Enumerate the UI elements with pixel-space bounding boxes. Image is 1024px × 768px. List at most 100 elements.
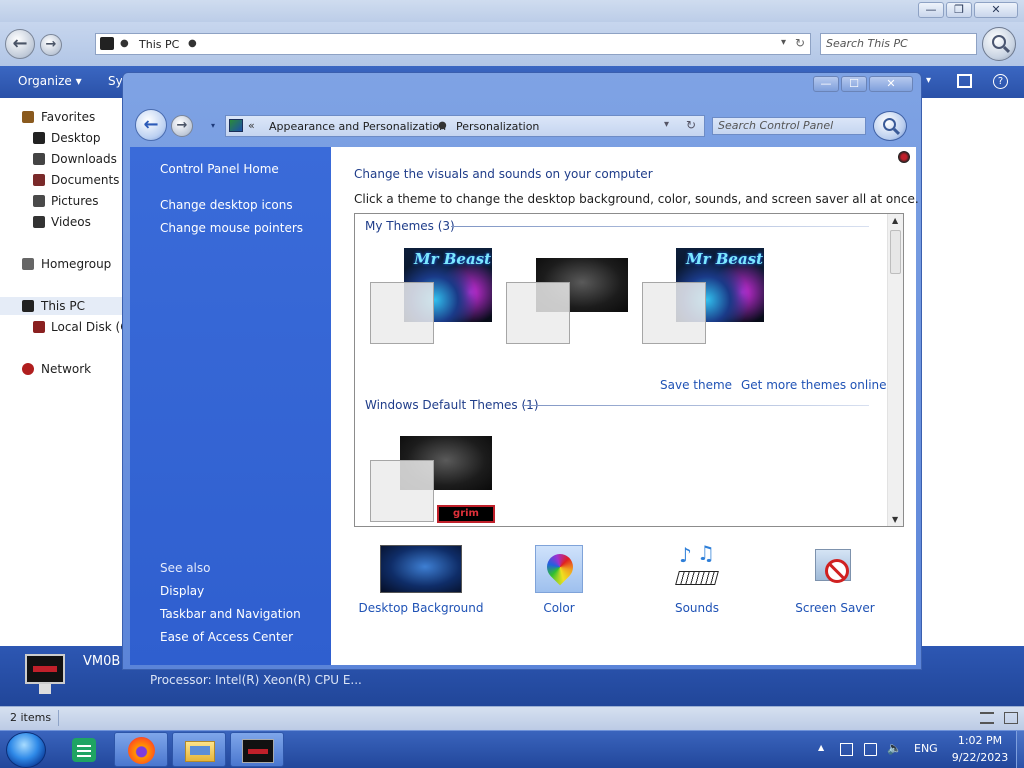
screen-saver-icon (811, 545, 859, 593)
explorer-forward-button[interactable]: → (40, 34, 62, 56)
explorer-restore-button[interactable]: ❐ (946, 2, 972, 18)
theme-mr-beast-2[interactable]: Mr Beast (642, 248, 764, 346)
link-taskbar-navigation[interactable]: Taskbar and Navigation (160, 607, 301, 621)
cp-task-pane: Control Panel Home Change desktop icons … (130, 147, 331, 665)
system-properties-button[interactable]: Sy (108, 74, 123, 88)
sounds-button[interactable]: ♪ ♫ Sounds (632, 541, 762, 625)
cp-maximize-button[interactable]: ☐ (841, 76, 867, 92)
breadcrumb-this-pc[interactable]: This PC (139, 38, 179, 51)
volume-icon[interactable]: 🔈 (887, 741, 902, 755)
cp-search-input[interactable]: Search Control Panel (712, 117, 866, 135)
taskbar: ▲ 🔈 ENG 1:02 PM 9/22/2023 (0, 730, 1024, 768)
explorer-address-bar: ← → ● This PC ● ▾ ↻ Search This PC (0, 22, 1024, 66)
desktop-icon (33, 132, 45, 144)
address-dropdown-icon[interactable]: ▾ (781, 37, 786, 48)
cp-address-field[interactable]: « Appearance and Personalization ● Perso… (225, 115, 705, 137)
refresh-icon[interactable]: ↻ (795, 36, 805, 50)
scroll-thumb[interactable] (890, 230, 901, 274)
nav-item-downloads[interactable]: Downloads (51, 152, 117, 166)
link-display[interactable]: Display (160, 584, 204, 598)
scroll-down-icon[interactable]: ▼ (892, 515, 898, 524)
cp-minimize-button[interactable]: — (813, 76, 839, 92)
taskbar-sheets-app[interactable] (57, 732, 111, 767)
theme-dark-1[interactable] (506, 248, 628, 346)
recent-pages-dropdown-icon[interactable]: ▾ (211, 121, 215, 130)
theme-mr-beast-1[interactable]: Mr Beast (370, 248, 492, 346)
taskbar-control-panel[interactable] (230, 732, 284, 767)
nav-item-homegroup[interactable]: Homegroup (41, 257, 111, 271)
nav-item-desktop[interactable]: Desktop (51, 131, 101, 145)
theme-window-color-swatch (642, 282, 706, 344)
nav-item-network[interactable]: Network (41, 362, 91, 376)
sounds-label: Sounds (674, 601, 720, 615)
cp-close-button[interactable]: ✕ (869, 76, 913, 92)
explorer-search-button[interactable] (982, 27, 1016, 61)
breadcrumb-separator: ● (120, 38, 129, 49)
explorer-close-button[interactable]: ✕ (974, 2, 1018, 18)
network-status-icon[interactable] (864, 743, 877, 756)
organize-menu-button[interactable]: Organize ▾ (18, 74, 82, 88)
details-view-icon[interactable] (980, 712, 994, 724)
large-icons-view-icon[interactable] (1004, 712, 1018, 724)
explorer-search-input[interactable]: Search This PC (820, 33, 977, 55)
refresh-icon[interactable]: ↻ (686, 118, 696, 132)
address-dropdown-icon[interactable]: ▾ (664, 119, 669, 130)
nav-item-pictures[interactable]: Pictures (51, 194, 99, 208)
link-control-panel-home[interactable]: Control Panel Home (160, 162, 279, 176)
themes-scrollbar[interactable]: ▲ ▼ (887, 214, 903, 526)
color-palette-icon (535, 545, 583, 593)
nav-item-documents[interactable]: Documents (51, 173, 119, 187)
clock-date[interactable]: 9/22/2023 (949, 751, 1011, 764)
screen-saver-button[interactable]: Screen Saver (770, 545, 900, 625)
scroll-up-icon[interactable]: ▲ (892, 216, 898, 225)
taskbar-firefox[interactable] (114, 732, 168, 767)
preview-pane-icon[interactable] (957, 74, 972, 88)
cp-search-button[interactable] (873, 111, 907, 141)
taskbar-file-explorer[interactable] (172, 732, 226, 767)
nav-item-this-pc[interactable]: This PC (41, 299, 85, 313)
view-options-dropdown-icon[interactable]: ▾ (926, 75, 931, 86)
cp-back-button[interactable]: ← (135, 109, 167, 141)
computer-icon (25, 654, 65, 698)
breadcrumb-overflow-icon[interactable]: « (248, 119, 255, 132)
breadcrumb-personalization[interactable]: Personalization (456, 120, 539, 133)
link-change-desktop-icons[interactable]: Change desktop icons (160, 198, 293, 212)
desktop-background-thumbnail (380, 545, 462, 593)
language-indicator[interactable]: ENG (914, 742, 938, 755)
cp-main-content: Change the visuals and sounds on your co… (331, 147, 919, 665)
default-themes-header[interactable]: Windows Default Themes (1) (365, 398, 539, 412)
explorer-back-button[interactable]: ← (5, 29, 35, 59)
help-icon[interactable]: ? (993, 74, 1008, 89)
explorer-address-field[interactable]: ● This PC ● ▾ ↻ (95, 33, 811, 55)
show-hidden-icons-button[interactable]: ▲ (818, 743, 824, 752)
theme-logo: grim (437, 505, 495, 523)
page-title: Change the visuals and sounds on your co… (354, 167, 653, 181)
themes-list: My Themes (3) Mr Beast Mr Beast Save the… (354, 213, 904, 527)
desktop-background-button[interactable]: Desktop Background (356, 545, 486, 625)
color-button[interactable]: Color (494, 545, 624, 625)
theme-grim[interactable]: grim (370, 436, 495, 526)
nav-item-favorites[interactable]: Favorites (41, 110, 95, 124)
user-avatar-icon[interactable] (898, 151, 910, 163)
start-button[interactable] (6, 732, 46, 768)
show-desktop-button[interactable] (1016, 731, 1024, 768)
clock-time[interactable]: 1:02 PM (955, 734, 1005, 747)
sounds-keyboard-icon: ♪ ♫ (673, 541, 721, 593)
get-more-themes-link[interactable]: Get more themes online (741, 378, 887, 392)
nav-item-videos[interactable]: Videos (51, 215, 91, 229)
explorer-minimize-button[interactable]: — (918, 2, 944, 18)
breadcrumb-separator: ● (438, 120, 447, 131)
sheets-icon (72, 738, 96, 762)
my-themes-header[interactable]: My Themes (3) (365, 219, 455, 233)
theme-window-color-swatch (370, 282, 434, 344)
link-ease-of-access[interactable]: Ease of Access Center (160, 630, 293, 644)
save-theme-link[interactable]: Save theme (660, 378, 732, 392)
link-change-mouse-pointers[interactable]: Change mouse pointers (160, 221, 303, 235)
action-center-flag-icon[interactable] (840, 743, 853, 756)
explorer-navigation-pane: Favorites Desktop Downloads Documents Pi… (0, 98, 137, 646)
cp-forward-button[interactable]: → (171, 115, 193, 137)
screen-saver-label: Screen Saver (795, 601, 875, 615)
breadcrumb-appearance[interactable]: Appearance and Personalization (269, 120, 446, 133)
control-panel-app-icon (242, 739, 274, 763)
color-label: Color (543, 601, 575, 615)
